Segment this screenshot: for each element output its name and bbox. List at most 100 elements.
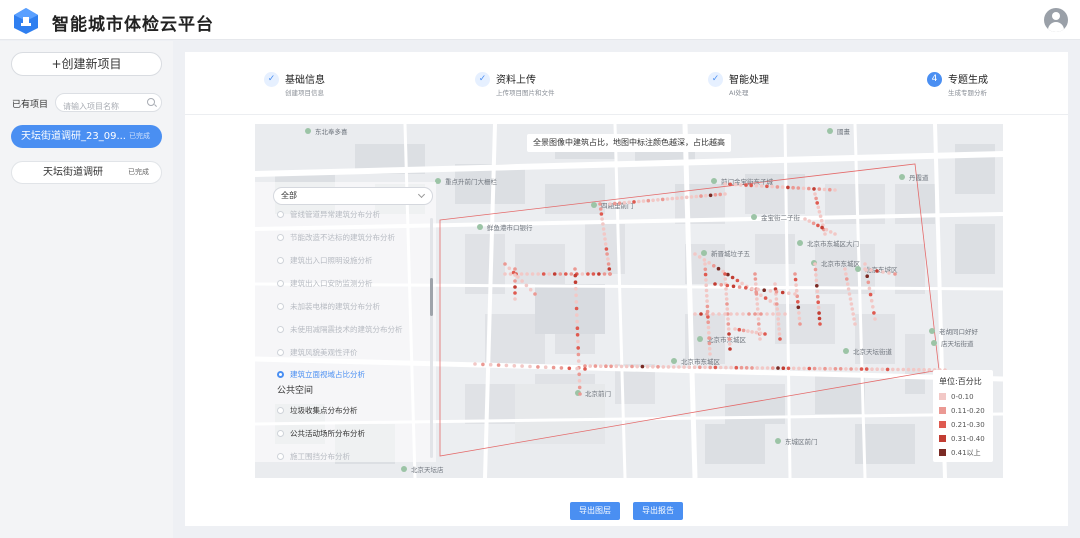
- heat-dot: [737, 285, 742, 289]
- heat-dot: [774, 289, 779, 294]
- heat-dot: [741, 328, 746, 333]
- heat-dot: [726, 327, 731, 331]
- heat-dot: [699, 312, 703, 316]
- heat-dot: [707, 341, 712, 346]
- heat-dot: [755, 366, 759, 370]
- heat-dot: [863, 267, 867, 271]
- heat-dot: [598, 202, 602, 206]
- heat-dot: [828, 366, 832, 371]
- heat-dot: [519, 272, 524, 276]
- step-subtitle: AI处理: [729, 89, 749, 97]
- heat-dot: [704, 193, 708, 198]
- heat-dot: [786, 366, 791, 371]
- heat-dot: [704, 278, 708, 282]
- heat-dot: [619, 364, 624, 369]
- radio-icon: [277, 407, 284, 414]
- heat-dot: [777, 312, 781, 316]
- heat-dot: [513, 291, 517, 295]
- export-layer-button[interactable]: 导出图层: [570, 502, 620, 520]
- layer-filter-select[interactable]: 全部: [273, 187, 433, 205]
- heat-dot: [813, 262, 817, 266]
- heat-dot: [865, 274, 869, 278]
- heat-dot: [646, 198, 651, 203]
- heat-dot: [819, 218, 824, 223]
- project-search-input[interactable]: [56, 98, 141, 115]
- heat-dot: [844, 272, 848, 276]
- heat-dot: [473, 362, 477, 366]
- heat-dot: [812, 366, 817, 371]
- heat-dot: [793, 292, 797, 296]
- heat-dot: [713, 365, 718, 370]
- heat-dot: [703, 267, 708, 272]
- heat-dot: [869, 298, 874, 303]
- heat-dot: [597, 272, 601, 276]
- heat-dot: [503, 272, 507, 276]
- heat-dot: [740, 281, 744, 286]
- heat-dot: [694, 194, 699, 199]
- heat-dot: [703, 272, 708, 277]
- heat-dot: [893, 272, 897, 276]
- heat-dot: [552, 272, 557, 276]
- place-label: 北京天坛街道: [853, 347, 893, 356]
- legend-title: 单位:百分比: [939, 377, 982, 386]
- place-label: 丹霞道: [909, 173, 929, 182]
- heat-dot: [699, 194, 703, 198]
- heat-dot: [656, 365, 660, 369]
- heat-dot: [757, 322, 761, 326]
- place-label: 國畫: [837, 127, 851, 136]
- heat-dot: [777, 332, 782, 336]
- heat-dot: [707, 336, 711, 340]
- heat-dot: [605, 252, 609, 256]
- heat-dot: [850, 307, 855, 311]
- heat-dot: [896, 367, 900, 372]
- heat-dot: [574, 300, 579, 304]
- create-project-button[interactable]: +创建新项目: [11, 52, 162, 76]
- check-icon: ✓: [264, 72, 279, 87]
- project-status: 已完成: [129, 132, 150, 140]
- radio-icon: [277, 257, 284, 264]
- heat-dot: [724, 292, 729, 296]
- heat-dot: [704, 283, 708, 287]
- heat-dot: [706, 320, 710, 324]
- heat-dot: [723, 312, 727, 316]
- heat-dot: [911, 367, 916, 372]
- heat-dot: [824, 227, 829, 232]
- project-item-active[interactable]: 天坛街道调研_23_09... 已完成: [11, 125, 162, 148]
- step-subtitle: 生成专题分析: [948, 89, 987, 97]
- heat-dot: [762, 288, 766, 292]
- heat-dot: [801, 186, 806, 191]
- heat-dot: [689, 195, 694, 199]
- heat-dot: [703, 262, 707, 266]
- heat-dot: [778, 337, 782, 341]
- heat-dot: [680, 196, 684, 200]
- heat-dot: [744, 286, 748, 290]
- heat-dot: [917, 367, 921, 372]
- heat-dot: [815, 201, 819, 205]
- heat-dot: [512, 364, 517, 368]
- heat-dot: [845, 277, 849, 281]
- heat-dot: [504, 363, 509, 368]
- map-view[interactable]: 东北奉多喜 國畫 重点升前门大栅栏 前门金宝街东子城 丹霞道 鲜鱼港市口银行 四厢里前门 金宝…: [255, 124, 1003, 478]
- user-avatar-icon[interactable]: [1044, 8, 1068, 32]
- heat-dot: [828, 230, 833, 234]
- heat-dot: [627, 200, 631, 205]
- heat-dot: [815, 294, 820, 299]
- project-item[interactable]: 天坛街道调研 已完成: [11, 161, 162, 184]
- heat-dot: [692, 365, 697, 369]
- scrollbar-thumb[interactable]: [430, 278, 433, 316]
- layer-panel-scrollbar[interactable]: [430, 218, 433, 458]
- radio-selected-icon: [277, 371, 284, 378]
- heat-dot: [753, 312, 757, 316]
- heat-dot: [708, 365, 712, 370]
- heat-dot: [724, 287, 728, 291]
- heat-dot: [728, 182, 732, 187]
- heat-dot: [574, 286, 578, 291]
- export-report-button[interactable]: 导出报告: [633, 502, 683, 520]
- heat-dot: [624, 364, 629, 369]
- heat-dot: [513, 279, 517, 283]
- heat-dot: [783, 312, 787, 316]
- heat-dot: [651, 198, 655, 203]
- search-icon[interactable]: [147, 98, 155, 106]
- project-name: 天坛街道调研_23_09...: [21, 131, 126, 142]
- heat-dot: [713, 282, 717, 286]
